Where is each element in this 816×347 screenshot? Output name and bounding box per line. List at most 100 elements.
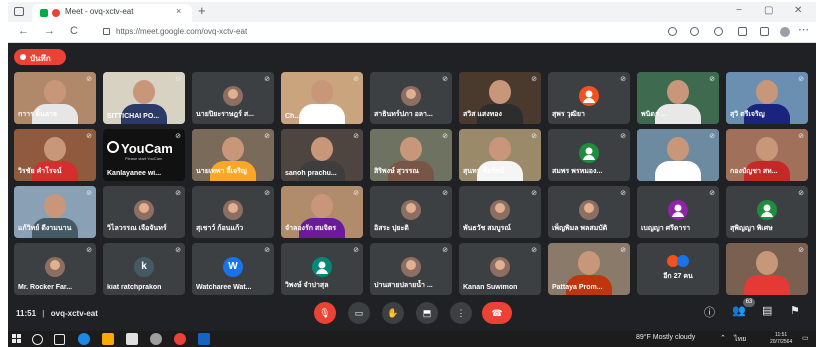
person-face — [44, 80, 66, 104]
more-options-button[interactable]: ⋮ — [450, 302, 472, 324]
participant-tile[interactable]: ⊘ กาาร ผิ้นลาจ — [14, 72, 96, 124]
person-face — [311, 80, 333, 104]
minimize-button[interactable]: − — [736, 5, 742, 16]
mic-muted-icon: ⊘ — [798, 247, 804, 254]
extensions-icon[interactable] — [760, 27, 769, 36]
tray-chevron-icon[interactable]: ⌃ — [720, 334, 726, 342]
mic-muted-icon: ⊘ — [86, 190, 92, 197]
recording-label: บันทึก — [30, 54, 51, 63]
favorite-star-icon[interactable] — [714, 27, 723, 36]
participant-tile[interactable]: ⊘ สุพร วุฒิยา — [548, 72, 630, 124]
participant-tile[interactable]: ⊘ สิริพงษ์ สุวรรณ — [370, 129, 452, 181]
mic-muted-icon: ⊘ — [353, 190, 359, 197]
participant-tile[interactable]: ⊘ จำลองรัก สมจิตร — [281, 186, 363, 238]
participant-name: เพ็ญพิมล พลสมบัติ — [552, 225, 608, 232]
participant-tile[interactable]: ⊘ Ch... — [281, 72, 363, 124]
participant-tile[interactable]: ⊘ นายปิยะราษฎร์ ส... — [192, 72, 274, 124]
search-icon[interactable] — [32, 334, 43, 345]
mic-muted-icon: ⊘ — [175, 190, 181, 197]
address-bar[interactable]: https://meet.google.com/ovq-xctv-eat — [116, 27, 247, 36]
participant-tile[interactable]: ⊘ Pattaya Prom... — [548, 243, 630, 295]
camera-toggle-button[interactable]: ▭ — [348, 302, 370, 324]
close-tab-icon[interactable]: × — [176, 6, 181, 16]
weather-widget[interactable]: 89°F Mostly cloudy — [636, 334, 695, 341]
chrome-icon[interactable] — [174, 333, 186, 345]
meeting-details: 11:51 | ovq-xctv-eat — [16, 309, 98, 318]
participant-tile[interactable]: ⊘ sanoh prachu... — [281, 129, 363, 181]
chat-icon[interactable]: ▤ — [762, 304, 772, 317]
participant-photo — [579, 200, 599, 220]
windows-start-icon[interactable] — [12, 334, 22, 344]
mic-muted-icon: ⊘ — [709, 76, 715, 83]
profile-avatar[interactable] — [780, 27, 790, 37]
mic-muted-icon: ⊘ — [353, 247, 359, 254]
new-tab-button[interactable]: + — [198, 3, 206, 18]
participant-tile[interactable]: อีก 27 คน — [637, 243, 719, 295]
mic-toggle-button[interactable]: 🎙 — [314, 302, 336, 324]
participant-tile[interactable]: ⊘ — [637, 129, 719, 181]
store-icon[interactable] — [126, 333, 138, 345]
participant-tile[interactable]: ⊘ สุนทร ชัยรัตน์ — [459, 129, 541, 181]
participant-tile[interactable]: ⊘ แก้วิทย์ ดีงามนาน — [14, 186, 96, 238]
participant-tile[interactable]: ⊘ วิไลวรรณ เจือจันทร์ — [103, 186, 185, 238]
youcam-subtitle: Please start YouCam — [125, 156, 163, 161]
browser-more-icon[interactable]: ⋯ — [798, 23, 809, 36]
recording-badge[interactable]: บันทึก — [14, 49, 66, 65]
reload-button[interactable]: C — [70, 25, 78, 37]
participant-tile[interactable]: ⊘ สาธินทร์ปภา อลา... — [370, 72, 452, 124]
present-button[interactable]: ⬒ — [416, 302, 438, 324]
participant-tile[interactable]: ⊘ สุพิญญา พิเศษ — [726, 186, 808, 238]
participant-tile[interactable]: W ⊘ Watcharee Wat... — [192, 243, 274, 295]
participant-tile[interactable]: ⊘ Mr. Rocker Far... — [14, 243, 96, 295]
participant-tile[interactable]: ⊘ สมพร พรหมอง... — [548, 129, 630, 181]
browser-tab-meet[interactable]: Meet - ovq-xctv-eat × — [32, 4, 192, 22]
leave-call-button[interactable]: ☎ — [482, 302, 512, 324]
participant-tile[interactable]: ⊘ สุวิ ตรีเจริญ — [726, 72, 808, 124]
collections-icon[interactable] — [738, 27, 747, 36]
participant-name: เบญญา ศรีดารา — [641, 225, 691, 232]
back-button[interactable]: ← — [18, 25, 29, 37]
participant-tile[interactable]: ⊘ — [726, 243, 808, 295]
activities-icon[interactable]: ⚑ — [790, 304, 800, 317]
meeting-info-icon[interactable]: ⓘ — [704, 304, 715, 320]
task-view-icon[interactable] — [54, 334, 65, 345]
participant-tile[interactable]: ⊘ สุเชาว์ ก้อนแก้ว — [192, 186, 274, 238]
participant-tile[interactable]: ⊘ Kanan Suwimon — [459, 243, 541, 295]
forward-button[interactable]: → — [44, 25, 55, 37]
participant-tile[interactable]: ⊘ เพ็ญพิมล พลสมบัติ — [548, 186, 630, 238]
participant-tile[interactable]: YouCam Please start YouCam ⊘ Kanlayanee wi.… — [103, 129, 185, 181]
participant-tile[interactable]: ⊘ นายเทพา ลี้เจริญ — [192, 129, 274, 181]
maximize-button[interactable]: ▢ — [764, 5, 773, 16]
word-icon[interactable] — [198, 333, 210, 345]
youcam-brand: YouCam — [121, 141, 173, 156]
edge-browser-icon[interactable] — [78, 333, 90, 345]
browser-navbar: ← → C https://meet.google.com/ovq-xctv-e… — [8, 22, 816, 43]
participant-tile[interactable]: ⊘ SITTICHAI PO... — [103, 72, 185, 124]
record-dot-icon — [20, 54, 26, 60]
participant-tile[interactable]: ⊘ วิพงษ์ จำปาสุล — [281, 243, 363, 295]
lock-icon[interactable] — [103, 28, 110, 35]
mic-muted-icon: ⊘ — [709, 190, 715, 197]
camera-permission-icon[interactable] — [668, 27, 677, 36]
participant-tile[interactable]: ⊘ เบญญา ศรีดารา — [637, 186, 719, 238]
close-window-button[interactable]: ✕ — [794, 5, 802, 16]
participant-tile[interactable]: ⊘ อิสระ ปุยะติ — [370, 186, 452, 238]
notifications-icon[interactable]: ▭ — [802, 334, 809, 342]
participant-name: สุวิ ตรีเจริญ — [730, 111, 765, 118]
participant-photo — [45, 257, 65, 277]
system-clock[interactable]: 11:51 20/7/2564 — [770, 332, 792, 346]
participant-tile[interactable]: ⊘ สวิส แสงทอง — [459, 72, 541, 124]
read-aloud-icon[interactable] — [690, 27, 699, 36]
group-avatar — [677, 255, 689, 267]
raise-hand-button[interactable]: ✋ — [382, 302, 404, 324]
participant-tile[interactable]: ⊘ ปานสายปลายน้ำ ... — [370, 243, 452, 295]
participant-tile[interactable]: ⊘ พนิดา ... — [637, 72, 719, 124]
participant-tile[interactable]: k ⊘ kiat ratchprakon — [103, 243, 185, 295]
settings-gear-icon[interactable] — [150, 333, 162, 345]
participant-tile[interactable]: ⊘ พันธวัช สมบูรณ์ — [459, 186, 541, 238]
participant-tile[interactable]: ⊘ วิรชัย คำโรจน์ — [14, 129, 96, 181]
participant-tile[interactable]: ⊘ กองบัญชา สห... — [726, 129, 808, 181]
window-menu-icon[interactable] — [14, 7, 24, 16]
file-explorer-icon[interactable] — [102, 333, 114, 345]
input-language[interactable]: ไทย — [734, 334, 746, 345]
